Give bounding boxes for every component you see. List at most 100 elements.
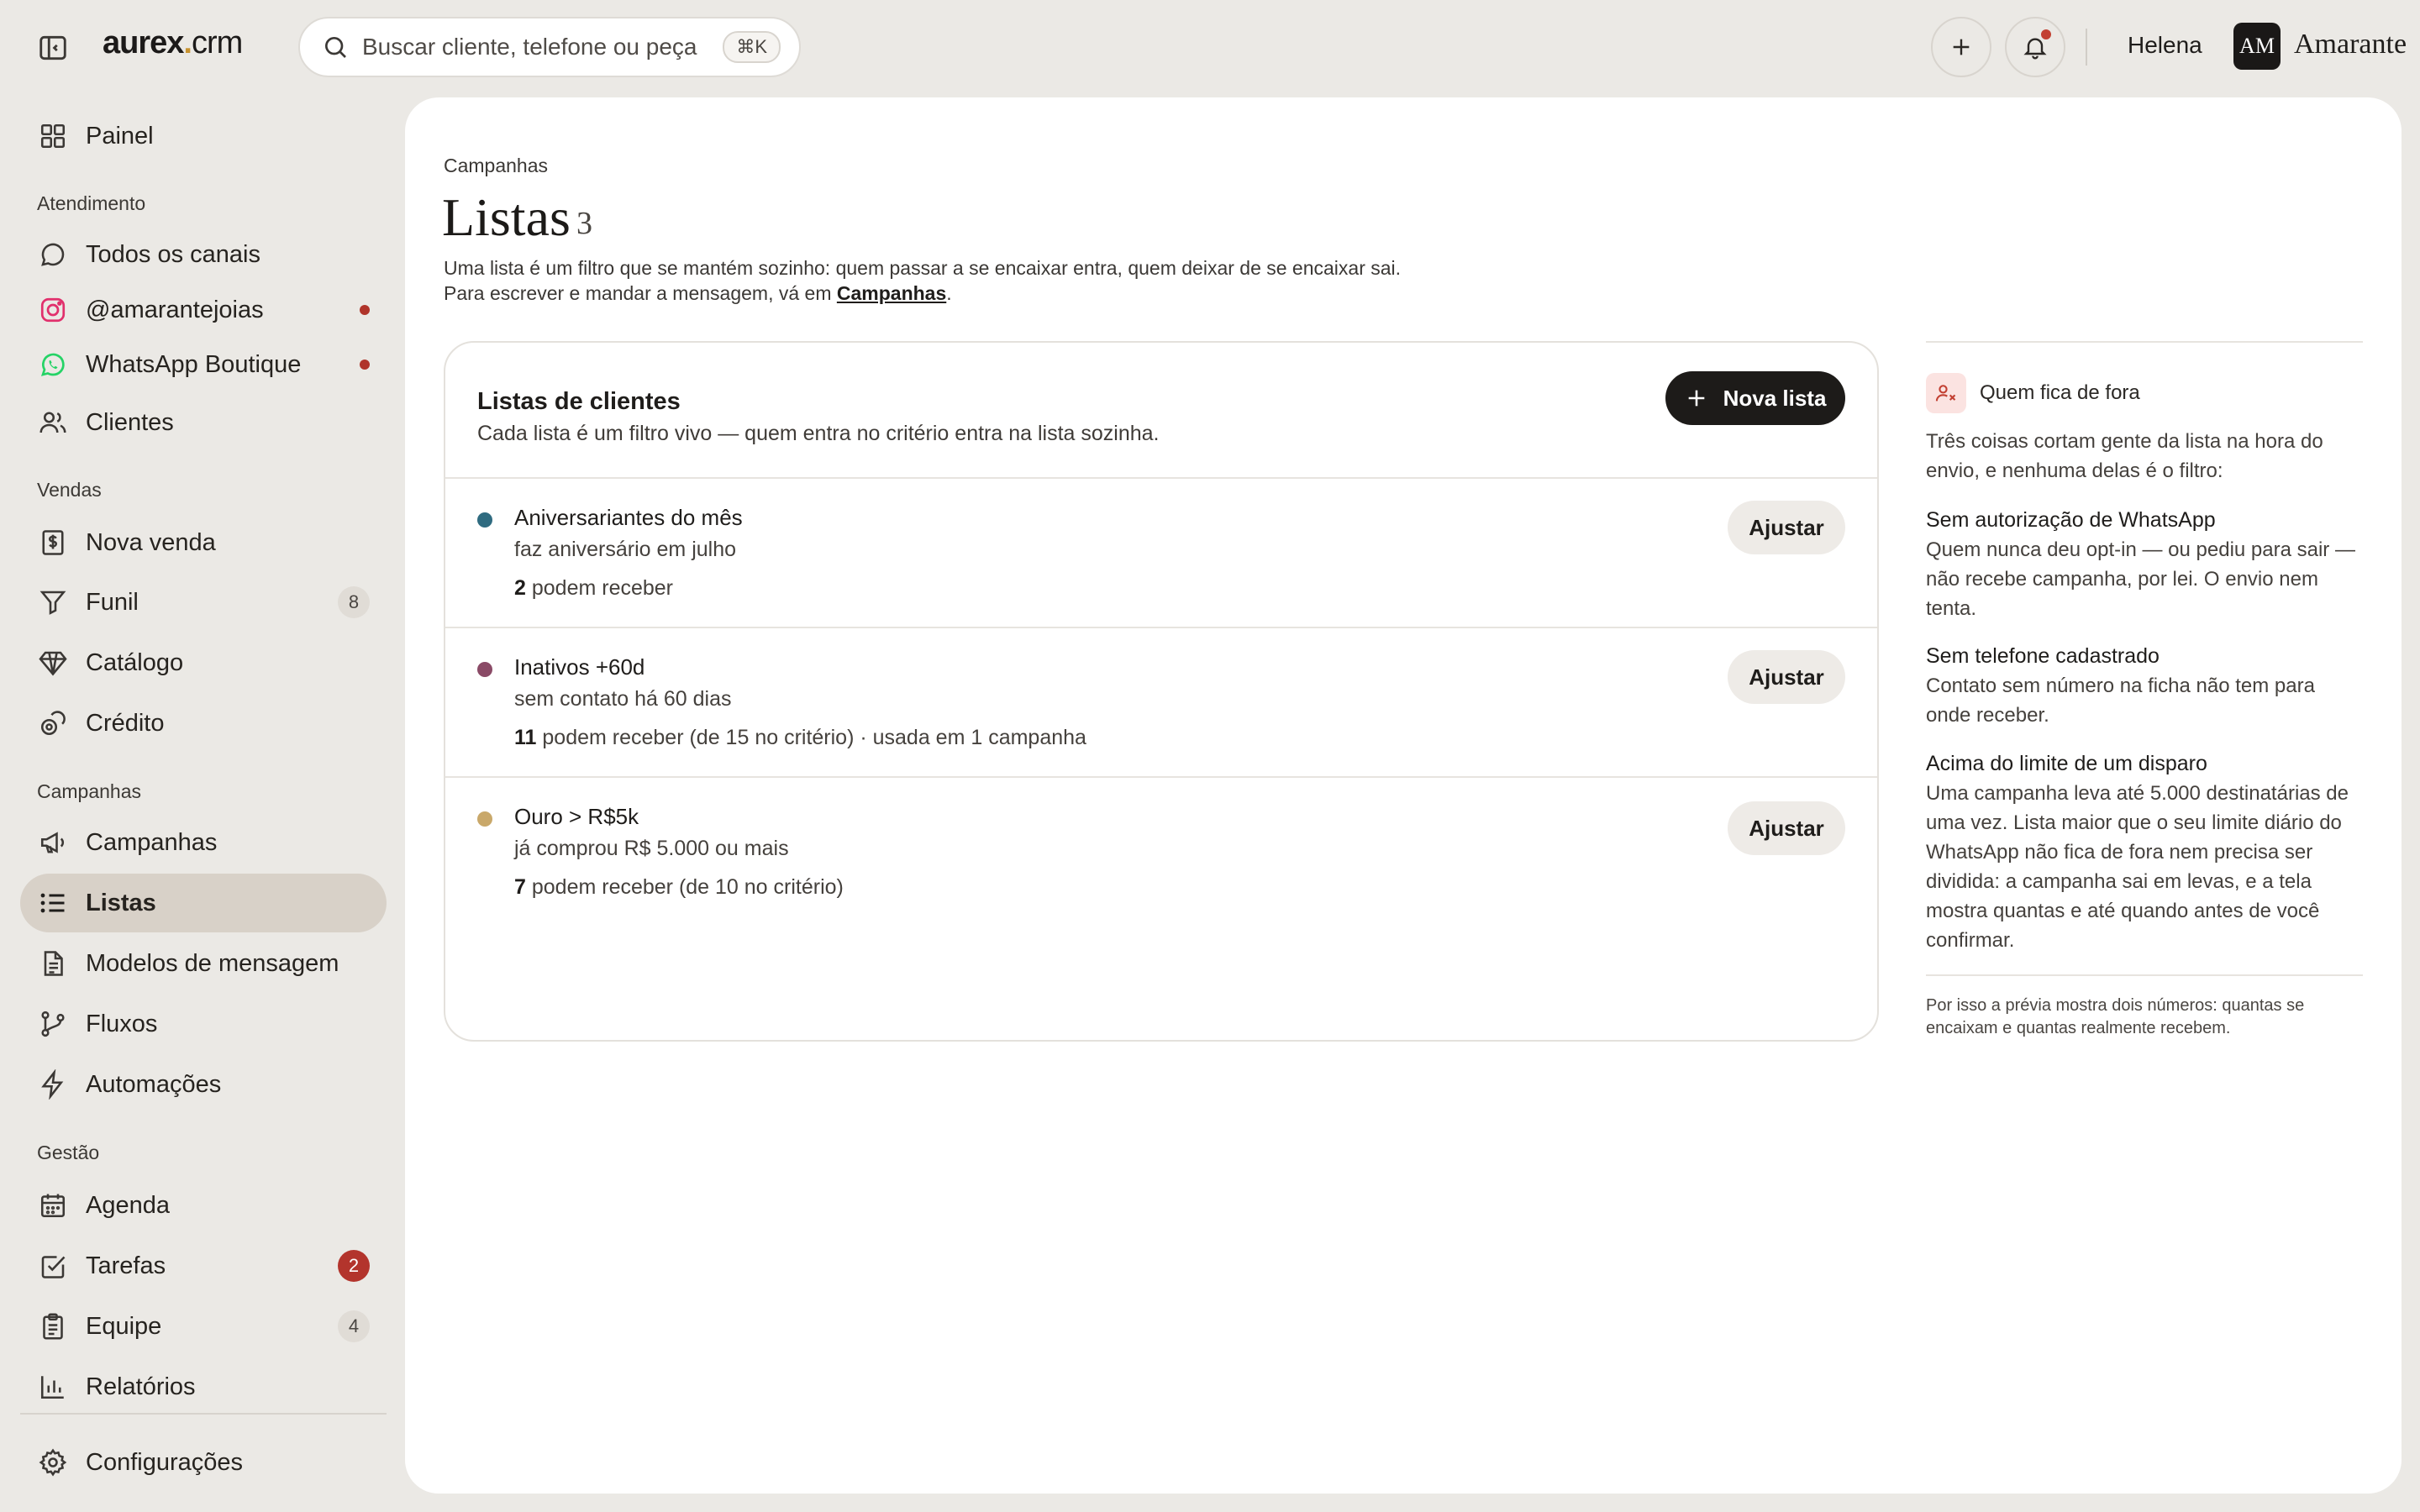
gear-icon <box>37 1446 69 1478</box>
new-list-button[interactable]: Nova lista <box>1665 371 1845 425</box>
notification-dot <box>2039 27 2054 42</box>
description-prefix: Para escrever e mandar a mensagem, vá em <box>444 282 837 304</box>
sidebar-item-campaigns[interactable]: Campanhas <box>20 813 387 872</box>
search-input[interactable] <box>362 34 723 60</box>
sidebar-item-lists[interactable]: Listas <box>20 874 387 932</box>
sidebar-item-label: Configurações <box>86 1448 243 1476</box>
sidebar-item-calendar[interactable]: Agenda <box>20 1176 387 1235</box>
notifications-button[interactable] <box>2005 17 2065 77</box>
info-top-divider <box>1926 341 2363 343</box>
org-name[interactable]: Amarante <box>2294 29 2407 60</box>
lightning-icon <box>37 1068 69 1100</box>
info-item-text: Quem nunca deu opt-in — ou pediu para sa… <box>1926 538 2355 620</box>
logo-text-bold: aurex <box>103 25 184 60</box>
list-color-dot <box>477 811 492 827</box>
bar-chart-icon <box>37 1371 69 1403</box>
sidebar-item-funnel[interactable]: Funil 8 <box>20 573 387 632</box>
list-stats-text: podem receber <box>525 576 674 600</box>
info-footer: Por isso a prévia mostra dois números: q… <box>1926 996 2305 1037</box>
list-name[interactable]: Aniversariantes do mês <box>514 505 743 531</box>
sidebar-item-tasks[interactable]: Tarefas 2 <box>20 1236 387 1295</box>
sidebar-item-settings[interactable]: Configurações <box>20 1433 387 1492</box>
sidebar-item-label: Painel <box>86 122 154 150</box>
clipboard-icon <box>37 1310 69 1342</box>
user-x-icon <box>1926 373 1966 413</box>
list-recipient-count: 7 <box>514 875 526 899</box>
topbar-divider <box>2086 29 2087 66</box>
row-divider <box>445 477 1877 479</box>
sidebar-item-label: Clientes <box>86 408 174 436</box>
calendar-icon <box>37 1189 69 1221</box>
sidebar-item-team[interactable]: Equipe 4 <box>20 1297 387 1356</box>
list-recipient-count: 2 <box>514 576 526 600</box>
add-button[interactable] <box>1931 17 1991 77</box>
nav-section-gestao: Gestão <box>37 1142 100 1163</box>
app-logo[interactable]: aurex. crm <box>103 25 243 67</box>
page-description-line-1: Uma lista é um filtro que se mantém sozi… <box>444 257 1402 279</box>
description-suffix: . <box>946 282 952 304</box>
sidebar-item-label: Catálogo <box>86 648 184 676</box>
sidebar-item-label: WhatsApp Boutique <box>86 350 302 378</box>
list-color-dot <box>477 512 492 528</box>
sidebar-item-painel[interactable]: Painel <box>20 107 387 165</box>
sidebar-item-label: Modelos de mensagem <box>86 949 339 977</box>
info-item-title: Acima do limite de um disparo <box>1926 752 2207 775</box>
sidebar-item-label: Agenda <box>86 1191 170 1219</box>
unread-dot <box>360 360 370 370</box>
funnel-icon <box>37 586 69 618</box>
sidebar-item-flows[interactable]: Fluxos <box>20 995 387 1053</box>
adjust-button[interactable]: Ajustar <box>1728 801 1845 855</box>
card-subtitle: Cada lista é um filtro vivo — quem entra… <box>477 422 1160 445</box>
sidebar-item-new-sale[interactable]: Nova venda <box>20 513 387 572</box>
sidebar-item-label: Automações <box>86 1070 222 1098</box>
user-name[interactable]: Helena <box>2128 32 2202 59</box>
sidebar-item-label: Campanhas <box>86 828 218 856</box>
logo-text-light: crm <box>191 25 243 60</box>
nav-section-vendas: Vendas <box>37 479 102 501</box>
sidebar-item-clients[interactable]: Clientes <box>20 393 387 452</box>
list-stats-text: podem receber (de 15 no critério) · usad… <box>536 726 1086 749</box>
receipt-dollar-icon <box>37 527 69 559</box>
search-icon <box>322 34 349 60</box>
sidebar-item-label: @amarantejoias <box>86 296 264 323</box>
sidebar-toggle-icon[interactable] <box>37 32 69 64</box>
sidebar-item-all-channels[interactable]: Todos os canais <box>20 225 387 284</box>
sidebar-item-label: Equipe <box>86 1312 162 1340</box>
page-description-line-2: Para escrever e mandar a mensagem, vá em… <box>444 282 952 305</box>
sidebar-item-catalog[interactable]: Catálogo <box>20 633 387 692</box>
git-branch-icon <box>37 1008 69 1040</box>
unread-dot <box>360 305 370 315</box>
info-item-text: Uma campanha leva até 5.000 destinatária… <box>1926 782 2349 952</box>
new-list-label: Nova lista <box>1723 385 1827 411</box>
sidebar-item-label: Nova venda <box>86 528 216 556</box>
sidebar-item-whatsapp[interactable]: WhatsApp Boutique <box>20 335 387 394</box>
diamond-icon <box>37 647 69 679</box>
sidebar-item-label: Tarefas <box>86 1252 166 1279</box>
list-stats: 7 podem receber (de 10 no critério) <box>514 875 844 900</box>
adjust-button[interactable]: Ajustar <box>1728 501 1845 554</box>
sidebar-item-label: Fluxos <box>86 1010 158 1037</box>
sidebar-item-label: Listas <box>86 889 156 916</box>
coins-icon <box>37 707 69 739</box>
sidebar-item-credit[interactable]: Crédito <box>20 694 387 753</box>
breadcrumb[interactable]: Campanhas <box>444 155 548 177</box>
sidebar-item-templates[interactable]: Modelos de mensagem <box>20 934 387 993</box>
list-criteria: sem contato há 60 dias <box>514 687 732 711</box>
row-divider <box>445 776 1877 778</box>
adjust-button[interactable]: Ajustar <box>1728 650 1845 704</box>
checkbox-icon <box>37 1250 69 1282</box>
page-title-count: 3 <box>576 206 592 241</box>
instagram-icon <box>37 294 69 326</box>
campaigns-link[interactable]: Campanhas <box>837 282 946 304</box>
sidebar-item-automations[interactable]: Automações <box>20 1055 387 1114</box>
list-name[interactable]: Inativos +60d <box>514 654 644 680</box>
org-avatar[interactable]: AM <box>2233 23 2281 70</box>
megaphone-icon <box>37 827 69 858</box>
list-stats: 2 podem receber <box>514 576 673 601</box>
list-criteria: já comprou R$ 5.000 ou mais <box>514 837 789 860</box>
info-bottom-divider <box>1926 974 2363 976</box>
sidebar-item-reports[interactable]: Relatórios <box>20 1357 387 1416</box>
list-name[interactable]: Ouro > R$5k <box>514 804 639 830</box>
sidebar-item-instagram[interactable]: @amarantejoias <box>20 281 387 339</box>
tasks-count-badge: 2 <box>338 1250 370 1282</box>
